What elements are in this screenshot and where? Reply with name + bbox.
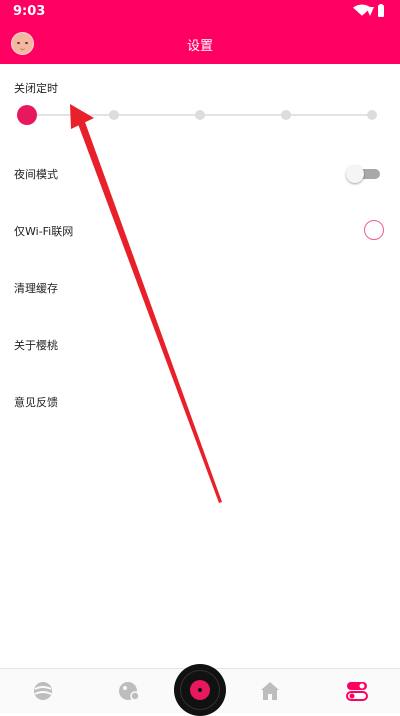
explore-icon[interactable] — [117, 679, 141, 703]
annotation-arrow — [70, 104, 222, 503]
now-playing-vinyl-icon[interactable] — [174, 664, 226, 716]
settings-toggle-icon[interactable] — [345, 679, 369, 703]
home-icon[interactable] — [258, 679, 282, 703]
discover-icon[interactable] — [31, 679, 55, 703]
